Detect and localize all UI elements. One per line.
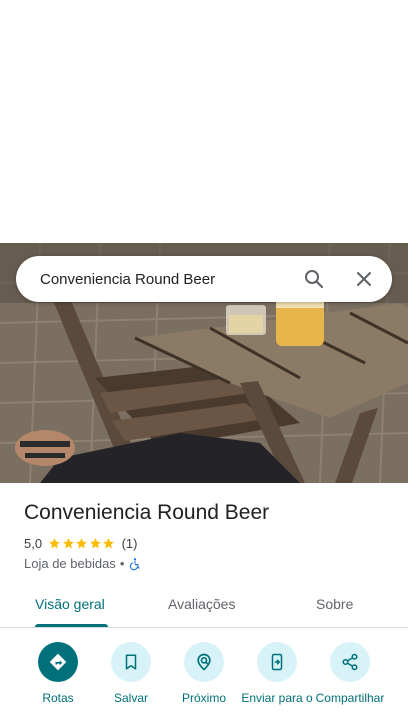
send-to-phone-label: Enviar para o: [241, 691, 313, 705]
bookmark-icon: [125, 654, 137, 670]
place-category: Loja de bebidas: [24, 556, 116, 571]
rating-value: 5,0: [24, 536, 43, 551]
wheelchair-accessible-icon: [130, 557, 140, 570]
review-count[interactable]: (1): [122, 536, 138, 551]
share-icon: [342, 653, 358, 671]
search-input[interactable]: Conveniencia Round Beer: [40, 271, 392, 288]
directions-button[interactable]: Rotas: [20, 642, 96, 705]
close-icon[interactable]: [352, 267, 376, 291]
category-row: Loja de bebidas •: [24, 556, 142, 571]
place-tabs: Visão geral Avaliações Sobre: [0, 584, 408, 628]
tab-reviews[interactable]: Avaliações: [168, 596, 235, 612]
tab-about[interactable]: Sobre: [316, 596, 353, 612]
directions-circle[interactable]: [38, 642, 78, 682]
star-icon: [76, 538, 87, 549]
star-icon: [89, 538, 101, 549]
nearby-label: Próximo: [181, 691, 226, 705]
directions-label: Rotas: [42, 691, 74, 705]
nearby-button[interactable]: Próximo: [166, 642, 242, 705]
send-to-phone-icon: [271, 653, 283, 671]
rating-row[interactable]: 5,0 (1): [24, 536, 137, 551]
search-icon[interactable]: [302, 267, 326, 291]
active-tab-indicator: [35, 624, 108, 627]
star-icon: [62, 538, 74, 549]
star-icon: [49, 538, 60, 549]
tab-overview[interactable]: Visão geral: [35, 596, 105, 612]
nearby-circle[interactable]: [184, 642, 224, 682]
nearby-icon: [197, 653, 211, 671]
save-label: Salvar: [113, 691, 148, 705]
share-circle[interactable]: [330, 642, 370, 682]
save-circle[interactable]: [111, 642, 151, 682]
send-to-phone-circle[interactable]: [257, 642, 297, 682]
place-title: Conveniencia Round Beer: [24, 501, 270, 524]
map-area-blank: [0, 0, 408, 243]
send-to-phone-button[interactable]: Enviar para o: [239, 642, 315, 705]
rating-stars: [48, 537, 116, 550]
search-bar[interactable]: Conveniencia Round Beer: [16, 256, 392, 302]
star-icon: [103, 538, 114, 549]
separator-dot: •: [119, 556, 125, 571]
share-label: Compartilhar: [315, 691, 385, 705]
save-button[interactable]: Salvar: [93, 642, 169, 705]
directions-icon: [49, 653, 67, 671]
share-button[interactable]: Compartilhar: [312, 642, 388, 705]
action-bar: Rotas Salvar Próximo Enviar para o Compa…: [0, 642, 408, 726]
